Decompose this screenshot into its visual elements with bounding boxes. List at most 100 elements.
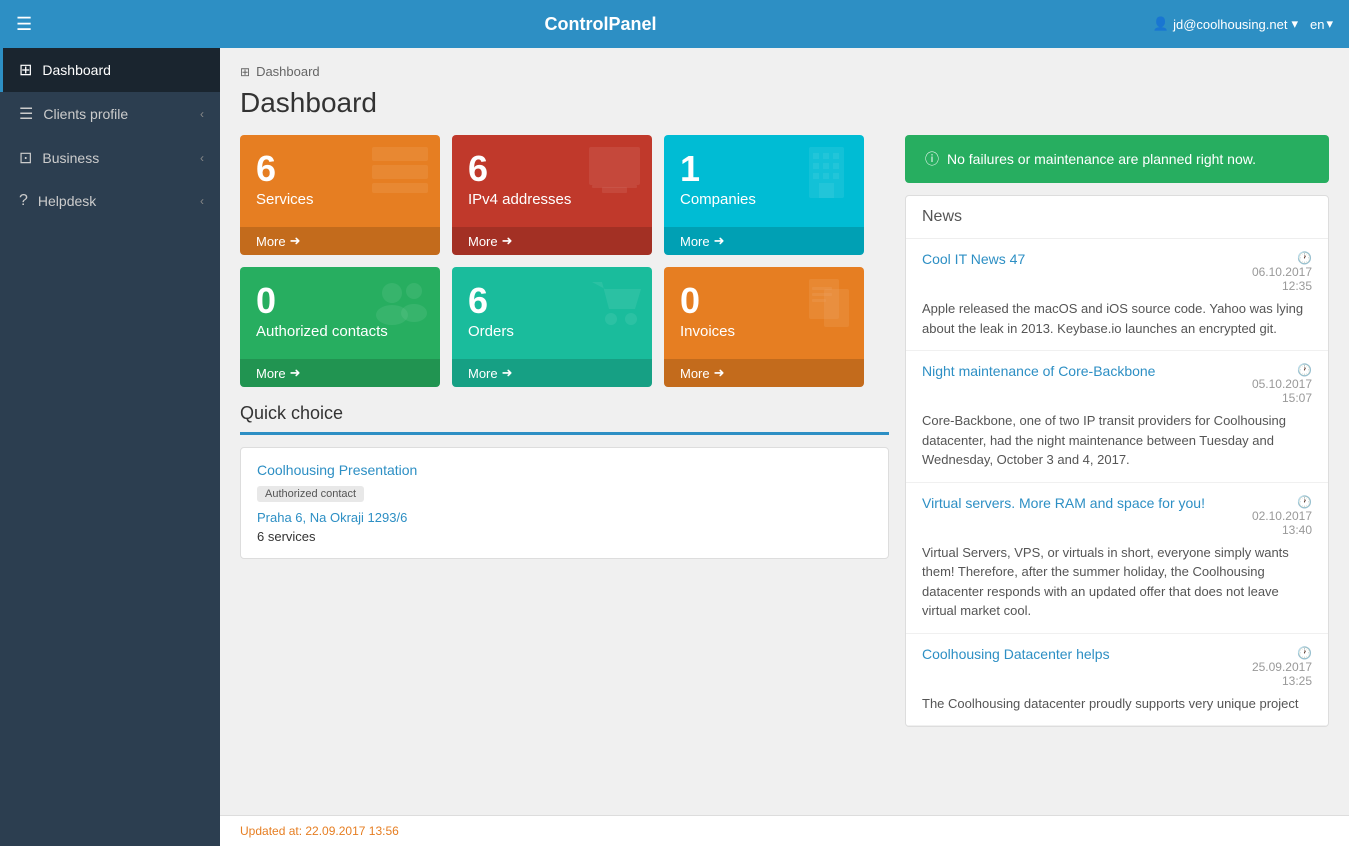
services-icon [370,145,430,207]
clock-icon-4: 🕐 [1297,646,1312,660]
clients-profile-icon: ☰ [19,104,33,124]
quick-choice-card: Coolhousing Presentation Authorized cont… [240,447,889,559]
stat-cards-grid: 6 Services [240,135,889,387]
invoices-icon [804,277,854,344]
content-left: 6 Services [240,135,889,727]
stat-card-companies[interactable]: 1 Companies [664,135,864,255]
companies-more[interactable]: More ➜ [664,227,864,255]
main-wrapper: ⊞ Dashboard Dashboard 6 [220,48,1349,846]
footer-text: Updated at: 22.09.2017 13:56 [240,824,399,838]
right-panel: ⓘ No failures or maintenance are planned… [889,135,1329,727]
stat-card-services[interactable]: 6 Services [240,135,440,255]
contacts-icon [370,277,430,339]
services-more-label: More [256,234,286,249]
helpdesk-arrow-icon: ‹ [200,194,204,208]
news-item-4-body: The Coolhousing datacenter proudly suppo… [922,694,1312,714]
invoices-more-arrow: ➜ [714,365,725,381]
clock-icon-3: 🕐 [1297,495,1312,509]
clock-icon-2: 🕐 [1297,363,1312,377]
contacts-more-label: More [256,366,286,381]
news-item-1-header: Cool IT News 47 🕐 06.10.2017 12:35 [922,251,1312,293]
news-header: News [906,196,1328,239]
news-item-1-title[interactable]: Cool IT News 47 [922,251,1240,267]
news-item-4-header: Coolhousing Datacenter helps 🕐 25.09.201… [922,646,1312,688]
orders-more-label: More [468,366,498,381]
orders-more-arrow: ➜ [502,365,513,381]
companies-icon [799,145,854,212]
clock-icon-1: 🕐 [1297,251,1312,265]
page-title: Dashboard [240,87,1329,119]
menu-icon[interactable]: ☰ [16,14,32,35]
layout: ⊞ Dashboard ☰ Clients profile ‹ ⊡ Busine… [0,48,1349,846]
services-more[interactable]: More ➜ [240,227,440,255]
news-item-1-date: 🕐 06.10.2017 12:35 [1252,251,1312,293]
lang-selector[interactable]: en ▾ [1310,16,1333,32]
news-section: News Cool IT News 47 🕐 06.10.2017 12:35 [905,195,1329,727]
helpdesk-icon: ? [19,192,28,210]
news-item-3-title[interactable]: Virtual servers. More RAM and space for … [922,495,1240,511]
sidebar-label-dashboard: Dashboard [42,62,204,78]
invoices-more-label: More [680,366,710,381]
user-email: jd@coolhousing.net [1173,17,1287,32]
user-menu[interactable]: 👤 jd@coolhousing.net ▾ [1153,16,1298,32]
invoices-more[interactable]: More ➜ [664,359,864,387]
orders-icon [587,277,642,344]
stat-card-services-top: 6 Services [256,151,424,208]
content-area: 6 Services [240,135,1329,727]
quick-choice-address: Praha 6, Na Okraji 1293/6 [257,510,872,525]
ipv4-more[interactable]: More ➜ [452,227,652,255]
news-item-2: Night maintenance of Core-Backbone 🕐 05.… [906,351,1328,483]
stat-card-invoices[interactable]: 0 Invoices [664,267,864,387]
news-item-1-date-val: 06.10.2017 [1252,265,1312,279]
news-item-2-body: Core-Backbone, one of two IP transit pro… [922,411,1312,470]
news-item-2-header: Night maintenance of Core-Backbone 🕐 05.… [922,363,1312,405]
sidebar-item-dashboard[interactable]: ⊞ Dashboard [0,48,220,92]
breadcrumb-icon: ⊞ [240,65,250,79]
news-item-3-date-val: 02.10.2017 [1252,509,1312,523]
quick-choice-services: 6 services [257,529,872,544]
news-item-4: Coolhousing Datacenter helps 🕐 25.09.201… [906,634,1328,727]
ipv4-icon [587,145,642,207]
news-item-2-date-val: 05.10.2017 [1252,377,1312,391]
sidebar-label-clients-profile: Clients profile [43,106,200,122]
sidebar-item-helpdesk[interactable]: ? Helpdesk ‹ [0,180,220,222]
news-item-2-title[interactable]: Night maintenance of Core-Backbone [922,363,1240,379]
stat-card-contacts[interactable]: 0 Authorized contacts [240,267,440,387]
news-item-4-title[interactable]: Coolhousing Datacenter helps [922,646,1240,662]
sidebar-item-clients-profile[interactable]: ☰ Clients profile ‹ [0,92,220,136]
stat-card-ipv4[interactable]: 6 IPv4 addresses [452,135,652,255]
business-arrow-icon: ‹ [200,151,204,165]
business-icon: ⊡ [19,148,32,168]
news-item-3-body: Virtual Servers, VPS, or virtuals in sho… [922,543,1312,621]
news-item-3-header: Virtual servers. More RAM and space for … [922,495,1312,537]
stat-card-ipv4-top: 6 IPv4 addresses [468,151,636,208]
user-icon: 👤 [1153,16,1169,32]
stat-card-orders[interactable]: 6 Orders [452,267,652,387]
app-logo: ControlPanel [48,14,1153,35]
news-item-2-date: 🕐 05.10.2017 15:07 [1252,363,1312,405]
user-arrow-icon: ▾ [1291,16,1298,32]
companies-label: Companies [680,191,756,208]
orders-more[interactable]: More ➜ [452,359,652,387]
status-banner-icon: ⓘ [925,149,939,169]
news-item-4-date: 🕐 25.09.2017 13:25 [1252,646,1312,688]
orders-label: Orders [468,323,514,340]
breadcrumb-label: Dashboard [256,64,320,79]
stat-card-companies-top: 1 Companies [680,151,848,208]
header-right: 👤 jd@coolhousing.net ▾ en ▾ [1153,16,1333,32]
ipv4-more-label: More [468,234,498,249]
status-banner-text: No failures or maintenance are planned r… [947,151,1256,167]
header: ☰ ControlPanel 👤 jd@coolhousing.net ▾ en… [0,0,1349,48]
quick-choice-name[interactable]: Coolhousing Presentation [257,462,872,478]
sidebar-label-business: Business [42,150,200,166]
quick-choice-title: Quick choice [240,403,889,424]
contacts-more-arrow: ➜ [290,365,301,381]
clients-profile-arrow-icon: ‹ [200,107,204,121]
dashboard-icon: ⊞ [19,60,32,80]
sidebar-item-business[interactable]: ⊡ Business ‹ [0,136,220,180]
contacts-count: 0 [256,283,388,319]
contacts-more[interactable]: More ➜ [240,359,440,387]
orders-count: 6 [468,283,514,319]
quick-choice-section: Quick choice Coolhousing Presentation Au… [240,403,889,559]
news-item-2-time-val: 15:07 [1282,391,1312,405]
